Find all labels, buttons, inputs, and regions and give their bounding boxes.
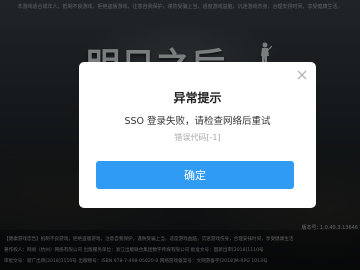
error-dialog: 异常提示 SSO 登录失败，请检查网络后重试 错误代码[-1] 确定 xyxy=(79,62,316,208)
error-code: 错误代码[-1] xyxy=(174,133,221,142)
close-icon[interactable] xyxy=(296,69,308,81)
dialog-message: SSO 登录失败，请检查网络后重试 xyxy=(124,116,271,127)
dialog-title: 异常提示 xyxy=(173,91,222,105)
confirm-button[interactable]: 确定 xyxy=(96,161,294,189)
game-launch-screen: 本游戏适合成年人，抵制不良游戏，拒绝盗版游戏，注意自我保护，谨防受骗上当，适度游… xyxy=(0,0,360,270)
